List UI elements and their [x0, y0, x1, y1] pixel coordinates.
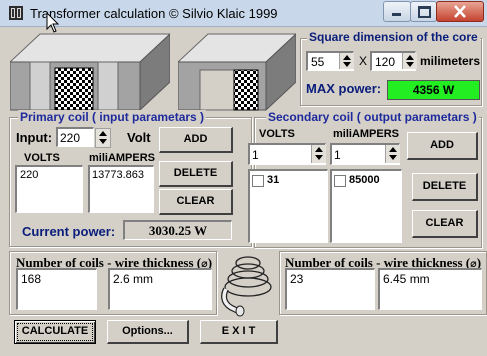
close-button[interactable] — [436, 1, 484, 22]
secondary-milliamps-spinner[interactable] — [385, 145, 400, 163]
input-voltage-field[interactable]: 220 — [56, 127, 94, 147]
current-power-label: Current power: — [22, 224, 116, 239]
ei-core-illustration — [10, 33, 170, 112]
current-power-display: 3030.25 W — [123, 220, 232, 240]
secondary-volts-header: VOLTS — [259, 128, 295, 140]
mouse-cursor-icon — [46, 12, 60, 33]
list-item[interactable]: 13773.863 — [92, 169, 144, 181]
input-voltage-spinner[interactable] — [95, 128, 111, 148]
max-power-display: 4356 W — [387, 80, 480, 100]
secondary-group-label: Secondary coil ( output parametars ) — [266, 110, 479, 124]
core-width-value: 55 — [311, 55, 325, 69]
primary-delete-button[interactable]: DELETE — [159, 161, 233, 187]
secondary-add-button[interactable]: ADD — [407, 132, 478, 160]
secondary-coils-field[interactable]: 23 — [285, 268, 375, 310]
primary-milliamps-list[interactable]: 13773.863 — [88, 165, 154, 213]
max-power-label: MAX power: — [306, 81, 382, 96]
list-item[interactable]: 220 — [20, 169, 38, 181]
coil-spring-illustration — [221, 256, 272, 317]
primary-add-button[interactable]: ADD — [159, 127, 233, 153]
options-button[interactable]: Options... — [107, 320, 189, 344]
primary-clear-button[interactable]: CLEAR — [159, 189, 233, 215]
transformer-app-icon — [9, 6, 23, 20]
unit-label: milimeters — [420, 54, 481, 68]
core-group-label: Square dimension of the core — [307, 30, 480, 44]
secondary-milliamps-value: 1 — [334, 148, 341, 162]
max-power-value: 4356 W — [412, 83, 455, 97]
item-checkbox[interactable] — [334, 175, 346, 187]
times-label: X — [359, 54, 368, 68]
primary-coils-field[interactable]: 168 — [16, 268, 97, 310]
core-height-value: 120 — [375, 55, 396, 69]
secondary-volts-spinner[interactable] — [311, 145, 326, 163]
maximize-icon — [418, 6, 431, 18]
secondary-volts-list[interactable]: 31 — [248, 169, 328, 243]
minimize-icon — [392, 13, 401, 16]
item-checkbox[interactable] — [252, 175, 264, 187]
list-item[interactable]: 31 — [267, 174, 279, 186]
primary-volts-list[interactable]: 220 — [15, 165, 83, 213]
window-title: Transformer calculation © Silvio Klaic 1… — [30, 6, 278, 21]
primary-volts-header: VOLTS — [24, 152, 60, 164]
calculate-button[interactable]: CALCULATE — [14, 320, 96, 344]
secondary-milliamps-header: miliAMPERS — [333, 128, 400, 140]
list-item[interactable]: 85000 — [349, 174, 380, 186]
input-label: Input: — [16, 130, 53, 145]
core-bobbin-illustration — [178, 33, 296, 112]
current-power-value: 3030.25 W — [148, 223, 208, 238]
primary-milliamps-header: miliAMPERS — [89, 152, 156, 164]
secondary-coils-value: 23 — [290, 272, 304, 286]
secondary-clear-button[interactable]: CLEAR — [412, 210, 478, 238]
core-height-spinner[interactable] — [402, 53, 417, 69]
secondary-thickness-value: 6.45 mm — [383, 272, 430, 286]
secondary-thickness-field[interactable]: 6.45 mm — [378, 268, 482, 310]
input-voltage-value: 220 — [60, 131, 81, 145]
primary-coils-value: 168 — [21, 272, 42, 286]
minimize-button[interactable] — [383, 1, 411, 22]
primary-thickness-field[interactable]: 2.6 mm — [108, 268, 212, 310]
secondary-volts-value: 1 — [252, 148, 259, 162]
close-icon — [454, 5, 466, 18]
core-width-spinner[interactable] — [339, 53, 354, 69]
primary-group-label: Primary coil ( input parametars ) — [18, 110, 207, 124]
volt-label: Volt — [127, 130, 151, 145]
maximize-button[interactable] — [410, 1, 437, 22]
primary-thickness-value: 2.6 mm — [113, 272, 154, 286]
exit-button[interactable]: E X I T — [200, 320, 278, 344]
secondary-delete-button[interactable]: DELETE — [412, 173, 478, 201]
secondary-milliamps-list[interactable]: 85000 — [330, 169, 402, 243]
